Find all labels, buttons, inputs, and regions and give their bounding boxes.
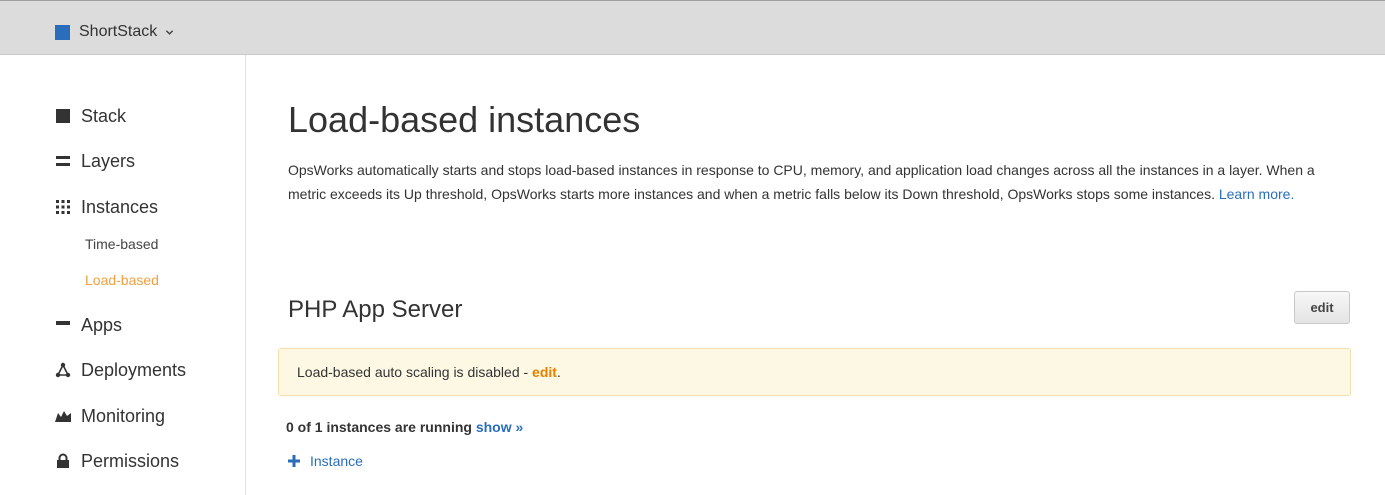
notice-edit-link[interactable]: edit (532, 364, 557, 380)
sidebar-subitem-time-based[interactable]: Time-based (85, 235, 158, 253)
chevron-down-icon (166, 29, 174, 35)
running-status: 0 of 1 instances are running show » (286, 419, 523, 435)
sidebar-item-permissions[interactable]: Permissions (55, 450, 179, 472)
top-bar: ShortStack (0, 0, 1385, 55)
stack-name: ShortStack (79, 23, 158, 40)
sidebar-item-label: Monitoring (81, 405, 166, 426)
stack-color-icon (55, 24, 70, 40)
sidebar-item-label: Apps (81, 314, 123, 335)
sidebar-item-layers[interactable]: Layers (55, 150, 135, 172)
layer-title: PHP App Server (288, 296, 463, 323)
sidebar-subitem-load-based[interactable]: Load-based (85, 271, 159, 289)
sidebar-item-monitoring[interactable]: Monitoring (55, 405, 165, 427)
sidebar-item-apps[interactable]: Apps (55, 314, 122, 336)
add-instance-link[interactable]: Instance (288, 453, 363, 469)
sidebar-item-label: Stack (81, 105, 127, 126)
intro-text: OpsWorks automatically starts and stops … (288, 158, 1348, 206)
layers-icon (56, 156, 70, 166)
apps-icon (56, 321, 70, 325)
show-link[interactable]: show » (476, 419, 523, 435)
square-icon (56, 109, 70, 123)
add-instance-label: Instance (310, 453, 363, 469)
main-content: Load-based instances OpsWorks automatica… (278, 55, 1353, 495)
notice-text: Load-based auto scaling is disabled - (297, 364, 533, 380)
autoscaling-notice: Load-based auto scaling is disabled - ed… (278, 348, 1351, 396)
sidebar-item-label: Layers (81, 150, 136, 171)
sidebar-item-stack[interactable]: Stack (55, 105, 126, 127)
page-title: Load-based instances (288, 99, 641, 140)
intro-body: OpsWorks automatically starts and stops … (288, 162, 1315, 202)
lock-icon (57, 453, 69, 468)
deployments-icon (55, 362, 71, 378)
edit-button[interactable]: edit (1294, 291, 1350, 324)
sidebar-item-deployments[interactable]: Deployments (55, 359, 186, 381)
sidebar-item-label: Instances (81, 196, 159, 217)
sidebar: Stack Layers Instances Time-based Load-b… (0, 55, 246, 495)
plus-icon (288, 455, 300, 467)
grid-icon (56, 200, 70, 214)
monitoring-icon (55, 411, 71, 422)
stack-selector[interactable]: ShortStack (55, 21, 174, 43)
sidebar-item-instances[interactable]: Instances (55, 196, 158, 218)
notice-end: . (556, 364, 561, 380)
running-text: 0 of 1 instances are running (286, 419, 472, 435)
sidebar-item-label: Permissions (81, 450, 180, 471)
learn-more-link[interactable]: Learn more. (1219, 186, 1294, 202)
sidebar-item-label: Deployments (81, 359, 187, 380)
